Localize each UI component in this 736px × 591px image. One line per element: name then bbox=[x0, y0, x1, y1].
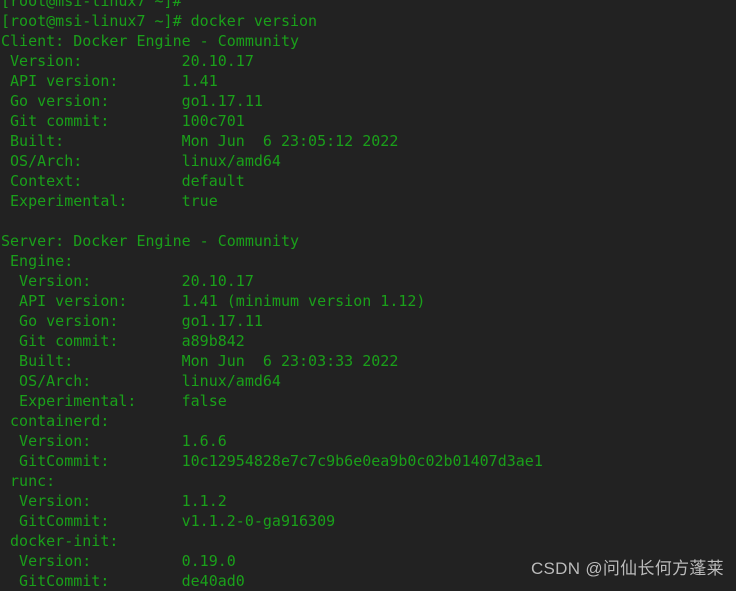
terminal-line: Engine: bbox=[1, 252, 74, 270]
terminal-line: Version: 1.6.6 bbox=[1, 432, 227, 450]
terminal-line: GitCommit: v1.1.2-0-ga916309 bbox=[1, 512, 336, 530]
terminal-line: Version: 20.10.17 bbox=[1, 52, 254, 70]
terminal-line: Experimental: false bbox=[1, 392, 227, 410]
terminal-line: Experimental: true bbox=[1, 192, 218, 210]
terminal-line: Version: 20.10.17 bbox=[1, 272, 254, 290]
terminal-line: API version: 1.41 (minimum version 1.12) bbox=[1, 292, 426, 310]
terminal-line: Version: 1.1.2 bbox=[1, 492, 227, 510]
terminal-line: containerd: bbox=[1, 412, 110, 430]
terminal-line: Server: Docker Engine - Community bbox=[1, 232, 300, 250]
terminal-line: Go version: go1.17.11 bbox=[1, 312, 263, 330]
terminal-line: OS/Arch: linux/amd64 bbox=[1, 372, 281, 390]
terminal-line: runc: bbox=[1, 472, 56, 490]
terminal-line: Context: default bbox=[1, 172, 245, 190]
terminal-line: Git commit: a89b842 bbox=[1, 332, 245, 350]
terminal-line: [root@msi-linux7 ~]# bbox=[1, 0, 182, 10]
terminal-window[interactable]: [root@msi-linux7 ~]# [root@msi-linux7 ~]#… bbox=[0, 0, 736, 591]
terminal-line: docker-init: bbox=[1, 532, 119, 550]
terminal-line: [root@msi-linux7 ~]# docker version bbox=[1, 12, 318, 30]
terminal-line: Built: Mon Jun 6 23:03:33 2022 bbox=[1, 352, 399, 370]
csdn-watermark: CSDN @问仙长何方蓬莱 bbox=[530, 559, 724, 578]
terminal-line: Go version: go1.17.11 bbox=[1, 92, 263, 110]
terminal-line: Built: Mon Jun 6 23:05:12 2022 bbox=[1, 132, 399, 150]
terminal-line: API version: 1.41 bbox=[1, 72, 218, 90]
terminal-line: Git commit: 100c701 bbox=[1, 112, 245, 130]
terminal-output: [root@msi-linux7 ~]# [root@msi-linux7 ~]#… bbox=[0, 0, 736, 591]
terminal-line: Client: Docker Engine - Community bbox=[1, 32, 300, 50]
terminal-line: GitCommit: 10c12954828e7c7c9b6e0ea9b0c02… bbox=[1, 452, 543, 470]
terminal-line: OS/Arch: linux/amd64 bbox=[1, 152, 281, 170]
